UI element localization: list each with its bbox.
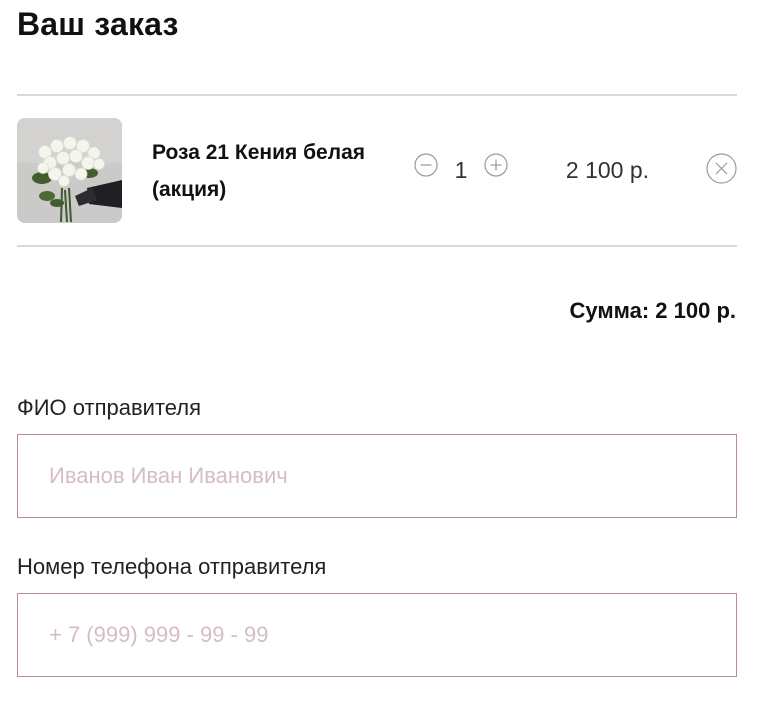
divider-bottom: [17, 245, 737, 247]
sender-name-label: ФИО отправителя: [17, 395, 202, 420]
product-image[interactable]: [17, 118, 122, 223]
page-title: Ваш заказ: [17, 6, 179, 42]
sender-phone-input[interactable]: [17, 593, 737, 677]
quantity-increase-button[interactable]: [484, 153, 508, 177]
plus-circle-icon: [484, 153, 508, 177]
remove-item-button[interactable]: [706, 153, 737, 184]
quantity-decrease-button[interactable]: [414, 153, 438, 177]
close-circle-icon: [706, 153, 737, 184]
order-sum: Сумма: 2 100 р.: [569, 298, 736, 323]
order-page: Ваш заказ Роза 21 Кения белая (акция) 1 …: [0, 0, 776, 706]
product-name[interactable]: Роза 21 Кения белая (акция): [152, 134, 402, 208]
divider-top: [17, 94, 737, 96]
white-roses-bouquet-icon: [17, 118, 122, 223]
item-price: 2 100 р.: [565, 157, 650, 183]
minus-circle-icon: [414, 153, 438, 177]
sender-name-input[interactable]: [17, 434, 737, 518]
sender-phone-label: Номер телефона отправителя: [17, 554, 327, 579]
quantity-value: 1: [454, 157, 468, 183]
